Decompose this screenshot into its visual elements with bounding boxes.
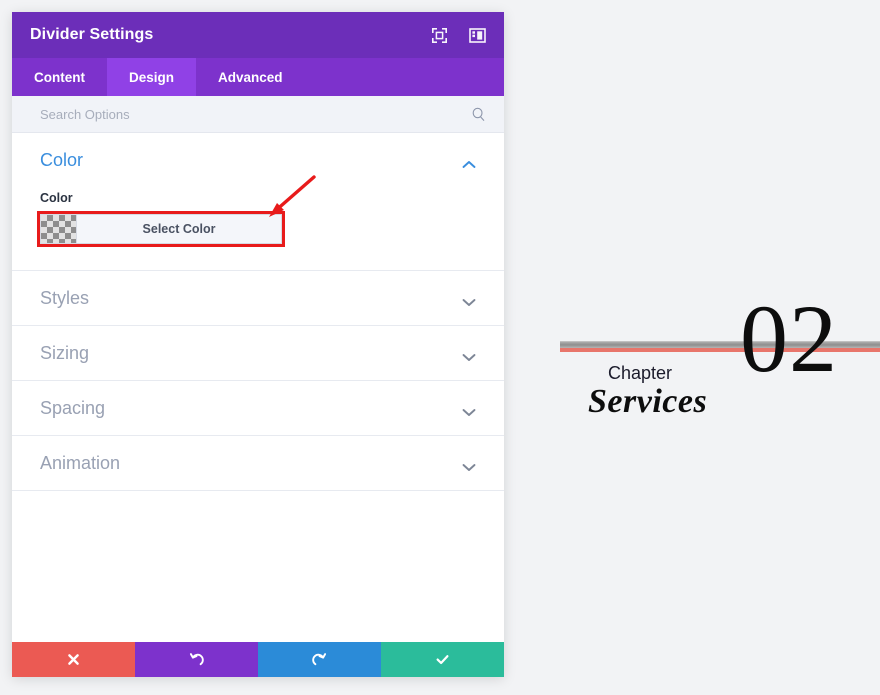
- divider-preview: 02 Chapter Services: [560, 295, 880, 435]
- panel-body: Color Color Select Color: [12, 133, 504, 642]
- section-spacing-title: Spacing: [40, 398, 462, 419]
- close-icon: [66, 652, 81, 667]
- panel-header: Divider Settings: [12, 12, 504, 58]
- section-sizing[interactable]: Sizing: [12, 326, 504, 381]
- tab-design[interactable]: Design: [107, 58, 196, 96]
- color-field-wrap: Select Color: [40, 214, 282, 244]
- tab-advanced[interactable]: Advanced: [196, 58, 305, 96]
- chevron-up-icon[interactable]: [462, 156, 476, 165]
- section-styles-title: Styles: [40, 288, 462, 309]
- select-color-button[interactable]: Select Color: [40, 214, 282, 244]
- undo-button[interactable]: [135, 642, 258, 677]
- section-animation[interactable]: Animation: [12, 436, 504, 491]
- chevron-down-icon[interactable]: [462, 459, 476, 468]
- chevron-down-icon[interactable]: [462, 294, 476, 303]
- chapter-label: Chapter: [608, 363, 672, 384]
- panel-footer: [12, 642, 504, 677]
- chevron-down-icon[interactable]: [462, 349, 476, 358]
- select-color-label: Select Color: [77, 215, 281, 243]
- section-sizing-title: Sizing: [40, 343, 462, 364]
- check-icon: [435, 652, 450, 667]
- section-color-header[interactable]: Color: [12, 133, 504, 187]
- section-name: Services: [588, 383, 707, 421]
- cancel-button[interactable]: [12, 642, 135, 677]
- tab-content[interactable]: Content: [12, 58, 107, 96]
- search-input[interactable]: [40, 107, 471, 122]
- search-icon[interactable]: [471, 107, 486, 122]
- redo-icon: [312, 652, 327, 667]
- search-bar: [12, 96, 504, 133]
- section-styles[interactable]: Styles: [12, 271, 504, 326]
- divider-settings-panel: Divider Settings Content Design Advanc: [12, 12, 504, 677]
- section-spacing[interactable]: Spacing: [12, 381, 504, 436]
- save-button[interactable]: [381, 642, 504, 677]
- color-field-label: Color: [40, 191, 476, 205]
- redo-button[interactable]: [258, 642, 381, 677]
- undo-icon: [189, 652, 204, 667]
- panel-title: Divider Settings: [30, 26, 431, 44]
- section-animation-title: Animation: [40, 453, 462, 474]
- fullscreen-icon[interactable]: [431, 27, 448, 44]
- layout-toggle-icon[interactable]: [469, 27, 486, 44]
- tab-bar: Content Design Advanced: [12, 58, 504, 96]
- section-color-content: Color Select Color: [12, 187, 504, 270]
- chapter-number: 02: [740, 291, 838, 387]
- preview-canvas: 02 Chapter Services: [520, 0, 880, 695]
- header-icon-group: [431, 27, 486, 44]
- section-color: Color Color Select Color: [12, 133, 504, 271]
- chevron-down-icon[interactable]: [462, 404, 476, 413]
- color-swatch-transparent: [41, 215, 77, 243]
- section-color-title: Color: [40, 150, 462, 171]
